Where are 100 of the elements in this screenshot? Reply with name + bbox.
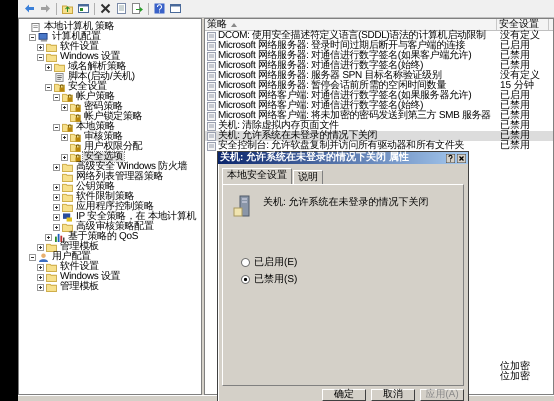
policy-name: Microsoft 网络服务器: 服务器 SPN 目标名称验证级别 xyxy=(218,71,442,81)
policy-row[interactable]: DCOM: 使用安全描述符定义语言(SDDL)语法的计算机启动限制 没有定义 xyxy=(205,31,553,41)
window-pane-icon[interactable] xyxy=(78,3,89,14)
radio-button[interactable] xyxy=(241,258,250,267)
dialog-button[interactable]: 取消 xyxy=(371,389,415,401)
policy-row[interactable]: Microsoft 网络客户端: 将未加密的密码发送到第三方 SMB 服务器 已禁用 xyxy=(205,111,553,121)
policy-row[interactable]: Microsoft 网络服务器: 对通信进行数字签名(始终) 已禁用 xyxy=(205,61,553,71)
policy-row[interactable]: Microsoft 网络服务器: 暂停会话前所需的空闲时间数量 15 分钟 xyxy=(205,81,553,91)
tree-item[interactable]: 脚本(启动/关机) xyxy=(67,72,136,82)
plus-box-icon[interactable] xyxy=(45,64,52,70)
tree-item[interactable]: 网络列表管理器策略 xyxy=(75,172,164,182)
policy-name: Microsoft 网络服务器: 暂停会话前所需的空闲时间数量 xyxy=(218,81,446,91)
policy-row[interactable]: 安全控制台: 允许软盘复制并访问所有驱动器和所有文件夹 已禁用 xyxy=(205,141,553,151)
locked-folder-icon xyxy=(70,102,81,112)
tree-item[interactable]: IP 安全策略，在 本地计算机 xyxy=(75,212,198,222)
plus-box-icon[interactable] xyxy=(45,234,52,240)
locked-folder-icon xyxy=(62,92,73,102)
plus-box-icon[interactable] xyxy=(53,204,60,210)
plus-box-icon[interactable] xyxy=(53,224,60,230)
sort-up-icon xyxy=(231,22,237,26)
tree-item[interactable]: 本地计算机 策略 xyxy=(43,22,116,32)
minus-box-icon[interactable] xyxy=(29,254,36,260)
radio-button[interactable] xyxy=(241,275,250,284)
policy-setting: 已禁用 xyxy=(499,61,530,71)
back-arrow-icon[interactable] xyxy=(24,3,35,14)
tree-item[interactable]: 高级审核策略配置 xyxy=(75,222,155,232)
policy-icon xyxy=(207,72,216,80)
minus-box-icon[interactable] xyxy=(53,94,60,100)
tree-item[interactable]: 公钥策略 xyxy=(75,182,116,192)
tree-item[interactable]: Windows 设置 xyxy=(59,52,122,62)
plus-box-icon[interactable] xyxy=(37,274,44,280)
tree-item[interactable]: 高级安全 Windows 防火墙 xyxy=(75,162,188,172)
user-icon xyxy=(38,252,49,262)
tree-item[interactable]: Windows 设置 xyxy=(59,272,122,282)
tree-item[interactable]: 基于策略的 QoS xyxy=(67,232,140,242)
policy-icon xyxy=(207,92,216,100)
properties-icon[interactable] xyxy=(116,3,127,14)
close-icon[interactable] xyxy=(457,154,466,162)
policy-icon xyxy=(207,122,216,130)
minus-box-icon[interactable] xyxy=(37,54,44,60)
policy-row[interactable]: Microsoft 网络服务器: 服务器 SPN 目标名称验证级别 没有定义 xyxy=(205,71,553,81)
policy-row[interactable]: Microsoft 网络客户端: 对通信进行数字签名(如果服务器允许) 已启用 xyxy=(205,91,553,101)
policy-icon xyxy=(207,132,216,140)
column-header[interactable]: 安全设置 xyxy=(497,19,549,30)
plus-box-icon[interactable] xyxy=(37,284,44,290)
plus-box-icon[interactable] xyxy=(37,44,44,50)
dialog-tab[interactable]: 说明 xyxy=(293,170,323,184)
folder-icon xyxy=(46,272,57,282)
tree-item[interactable]: 域名解析策略 xyxy=(67,62,128,72)
computer-icon xyxy=(38,32,49,42)
column-header[interactable]: 策略 xyxy=(205,19,497,30)
tree-item[interactable]: 帐户策略 xyxy=(75,92,116,102)
tree-item[interactable]: 应用程序控制策略 xyxy=(75,202,155,212)
policy-row[interactable]: 关机: 清除虚拟内存页面文件 已禁用 xyxy=(205,121,553,131)
help-icon[interactable] xyxy=(446,154,455,162)
locked-folder-icon xyxy=(54,82,65,92)
tree-item[interactable]: 软件限制策略 xyxy=(75,192,136,202)
tree-item[interactable]: 管理模板 xyxy=(59,282,100,292)
tree-item[interactable]: 用户配置 xyxy=(51,252,92,262)
policy-row[interactable]: Microsoft 网络服务器: 登录时间过期后断开与客户端的连接 已启用 xyxy=(205,41,553,51)
minus-box-icon[interactable] xyxy=(29,34,36,40)
tree-item[interactable]: 密码策略 xyxy=(83,102,124,112)
plus-box-icon[interactable] xyxy=(53,164,60,170)
delete-icon[interactable] xyxy=(100,3,111,14)
tree-item[interactable]: 软件设置 xyxy=(59,42,100,52)
policy-name: DCOM: 使用安全描述符定义语言(SDDL)语法的计算机启动限制 xyxy=(218,31,486,41)
plus-box-icon[interactable] xyxy=(61,134,68,140)
plus-box-icon[interactable] xyxy=(37,264,44,270)
up-folder-icon[interactable] xyxy=(62,3,73,14)
window-icon[interactable] xyxy=(170,3,181,14)
dialog-tab[interactable]: 本地安全设置 xyxy=(222,168,292,184)
plus-box-icon[interactable] xyxy=(53,194,60,200)
tree-item[interactable]: 安全设置 xyxy=(67,82,108,92)
policy-name: Microsoft 网络服务器: 对通信进行数字签名(始终) xyxy=(218,61,424,71)
policy-row[interactable]: Microsoft 网络客户端: 对通信进行数字签名(始终) 已禁用 xyxy=(205,101,553,111)
tree-item[interactable]: 计算机配置 xyxy=(51,32,102,42)
policy-icon xyxy=(207,52,216,60)
plus-box-icon[interactable] xyxy=(53,214,60,220)
locked-folder-icon xyxy=(62,122,73,132)
policy-row[interactable]: Microsoft 网络服务器: 对通信进行数字签名(如果客户端允许) 已禁用 xyxy=(205,51,553,61)
tree-item[interactable]: 审核策略 xyxy=(83,132,124,142)
plus-box-icon[interactable] xyxy=(37,244,44,250)
help-icon[interactable] xyxy=(154,3,165,14)
minus-box-icon[interactable] xyxy=(45,84,52,90)
policy-row[interactable]: 关机: 允许系统在未登录的情况下关闭 已禁用 xyxy=(205,131,553,141)
export-icon[interactable] xyxy=(132,3,143,14)
tree-item[interactable]: 软件设置 xyxy=(59,262,100,272)
script-icon xyxy=(54,72,65,82)
policy-name: 位加密 xyxy=(499,362,531,372)
policy-name: 安全控制台: 允许软盘复制并访问所有驱动器和所有文件夹 xyxy=(218,141,464,151)
plus-box-icon[interactable] xyxy=(61,154,68,160)
plus-box-icon[interactable] xyxy=(53,184,60,190)
minus-box-icon[interactable] xyxy=(53,124,60,130)
tree-item[interactable]: 本地策略 xyxy=(75,122,116,132)
tree-item[interactable]: 用户权限分配 xyxy=(83,142,144,152)
tree-item[interactable]: 管理模板 xyxy=(59,242,100,252)
dialog-button[interactable]: 确定 xyxy=(322,389,366,401)
plus-box-icon[interactable] xyxy=(61,104,68,110)
policy-name: Microsoft 网络服务器: 登录时间过期后断开与客户端的连接 xyxy=(218,41,466,51)
tree-item[interactable]: 帐户锁定策略 xyxy=(83,112,144,122)
